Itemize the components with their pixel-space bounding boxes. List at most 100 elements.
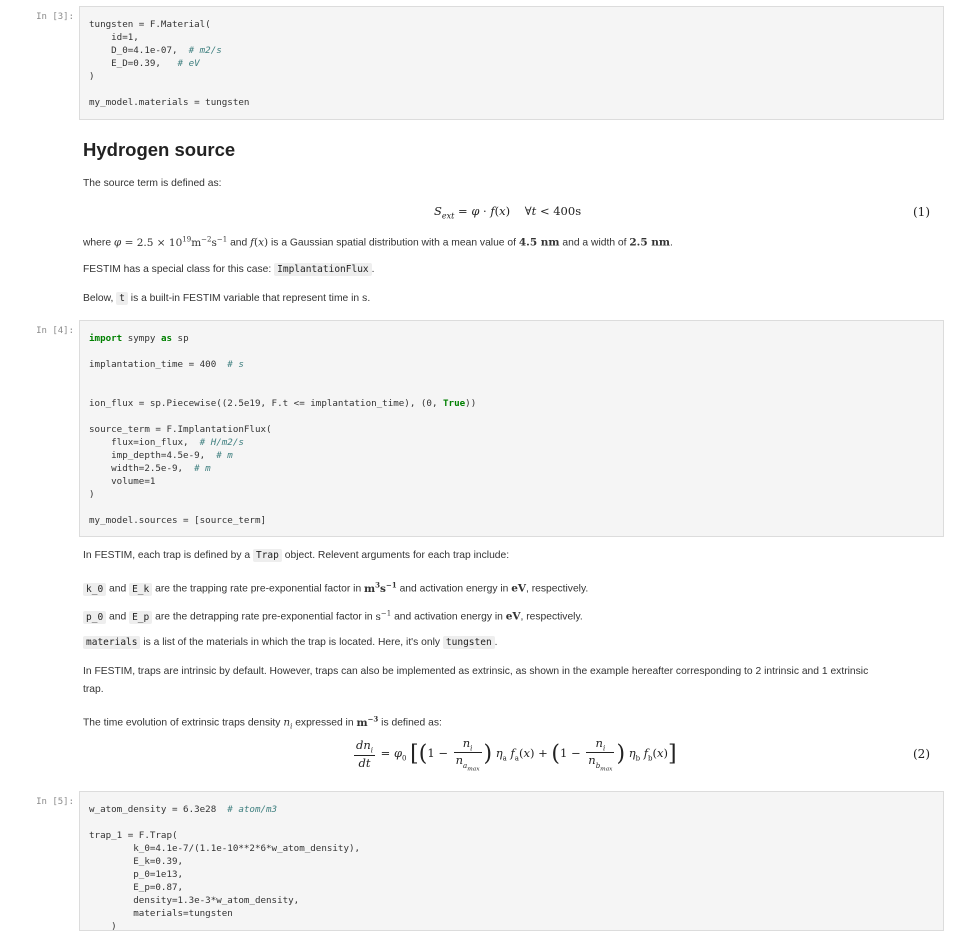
equation-number: (1) [913,205,930,219]
code-line: source_term = F.ImplantationFlux( [89,424,272,435]
keyword: as [160,333,173,344]
paragraph: Below, t is a built-in FESTIM variable t… [83,292,370,305]
equation-1: Sext = φ · f(x) ∀t < 400s [434,204,582,221]
paragraph-line: trap. [83,684,104,695]
text: Below, [83,293,117,304]
paragraph: p_0 and E_p are the detrapping rate pre-… [83,607,583,624]
code-comment: # m [183,463,211,474]
code-cell-3[interactable]: tungsten = F.Material( id=1, D_0=4.1e-07… [79,6,944,120]
code-comment: # m2/s [177,45,222,56]
code-line: import sympy as sp [89,333,189,344]
paragraph: The source term is defined as: [83,178,222,189]
code-comment: # H/m2/s [188,437,244,448]
paragraph: The time evolution of extrinsic traps de… [83,714,442,731]
math-inline: 2.5 nm [629,236,671,249]
code-text: E_D=0.39, [89,58,161,69]
text: , respectively. [526,583,589,595]
code-text: ion_flux = sp.Piecewise((2.5e19, F.t <= … [89,398,444,409]
code-text: implantation_time = 400 [89,359,217,370]
code-text: flux=ion_flux, [89,437,189,448]
code-line: implantation_time = 400 # s [89,359,244,370]
text: , respectively. [520,611,583,623]
inline-code: materials [83,636,141,649]
code-line: ) [89,71,95,82]
inline-code: t [116,292,128,305]
text: where [83,237,114,249]
text: are the detrapping rate pre-exponential … [152,611,376,623]
code-line: w_atom_density = 6.3e28 # atom/m3 [89,804,277,815]
code-line: tungsten = F.Material( [89,19,211,30]
section-heading: Hydrogen source [83,139,236,160]
text: FESTIM has a special class for this case… [83,264,275,275]
text: object. Relevent arguments for each trap… [281,550,510,561]
paragraph-line: In FESTIM, traps are intrinsic by defaul… [83,666,869,677]
code-line: ) [89,921,117,932]
code-text: sp [172,333,189,344]
text: In FESTIM, each trap is defined by a [83,550,253,561]
text: expressed in [292,717,357,729]
cell-prompt-5: In [5]: [36,797,74,807]
code-line: trap_1 = F.Trap( [89,830,178,841]
equation-number: (2) [913,747,930,761]
code-line: flux=ion_flux, # H/m2/s [89,437,244,448]
code-text: width=2.5e-9, [89,463,184,474]
text: and a width of [559,237,630,249]
code-text: )) [465,398,477,409]
code-line: volume=1 [89,476,156,487]
code-line: p_0=1e13, [89,869,184,880]
text: and activation energy in [396,583,512,595]
keyword: True [443,398,466,409]
text: . [371,264,375,275]
code-line: E_k=0.39, [89,856,184,867]
paragraph: In FESTIM, each trap is defined by a Tra… [83,549,509,562]
text: is a Gaussian spatial distribution with … [268,237,519,249]
code-line: E_p=0.87, [89,882,184,893]
code-text: D_0=4.1e-07, [89,45,178,56]
code-comment: # m [205,450,233,461]
paragraph: where φ = 2.5 × 1019m−2s−1 and f(x) is a… [83,235,673,249]
keyword: import [89,333,123,344]
code-line: id=1, [89,32,139,43]
text: . [367,293,371,304]
paragraph: materials is a list of the materials in … [83,636,498,649]
text: . [494,637,498,648]
code-line: my_model.materials = tungsten [89,97,250,108]
code-comment: # atom/m3 [216,804,278,815]
text: is a built-in FESTIM variable that repre… [127,293,362,304]
code-line: width=2.5e-9, # m [89,463,211,474]
cell-prompt-3: In [3]: [36,12,74,22]
text: is a list of the materials in which the … [140,637,443,648]
inline-code: ImplantationFlux [274,263,372,276]
code-text: w_atom_density = 6.3e28 [89,804,217,815]
inline-code: E_p [129,610,153,624]
math-inline: eV [505,610,521,623]
code-comment: # eV [160,58,200,69]
code-line: E_D=0.39, # eV [89,58,200,69]
code-cell-4[interactable]: import sympy as sp implantation_time = 4… [79,320,944,537]
paragraph: FESTIM has a special class for this case… [83,263,375,276]
inline-code: k_0 [83,582,107,596]
text: and activation energy in [391,611,506,623]
code-line: imp_depth=4.5e-9, # m [89,450,233,461]
code-line: density=1.3e-3*w_atom_density, [89,895,300,906]
code-line: D_0=4.1e-07, # m2/s [89,45,222,56]
code-cell-5[interactable]: w_atom_density = 6.3e28 # atom/m3 trap_1… [79,791,944,932]
inline-code: Trap [252,549,282,562]
inline-code: p_0 [83,610,107,624]
equation-2: dni dt = φ0 [(1 − ni namax) ηa fa(x) + (1 … [354,736,677,772]
inline-code: E_k [129,582,153,596]
text: and [106,583,130,595]
text: is defined as: [378,717,442,729]
code-line: my_model.sources = [source_term] [89,515,267,526]
code-text: sympy [122,333,161,344]
text: The time evolution of extrinsic traps de… [83,717,284,729]
code-line: ) [89,489,95,500]
text: and [227,237,251,249]
inline-code: tungsten [442,636,495,649]
math-inline: 4.5 nm [518,236,560,249]
math-inline: eV [511,582,527,595]
code-text: id=1, [89,32,139,43]
cell-prompt-4: In [4]: [36,326,74,336]
code-text: imp_depth=4.5e-9, [89,450,206,461]
code-line: materials=tungsten [89,908,233,919]
